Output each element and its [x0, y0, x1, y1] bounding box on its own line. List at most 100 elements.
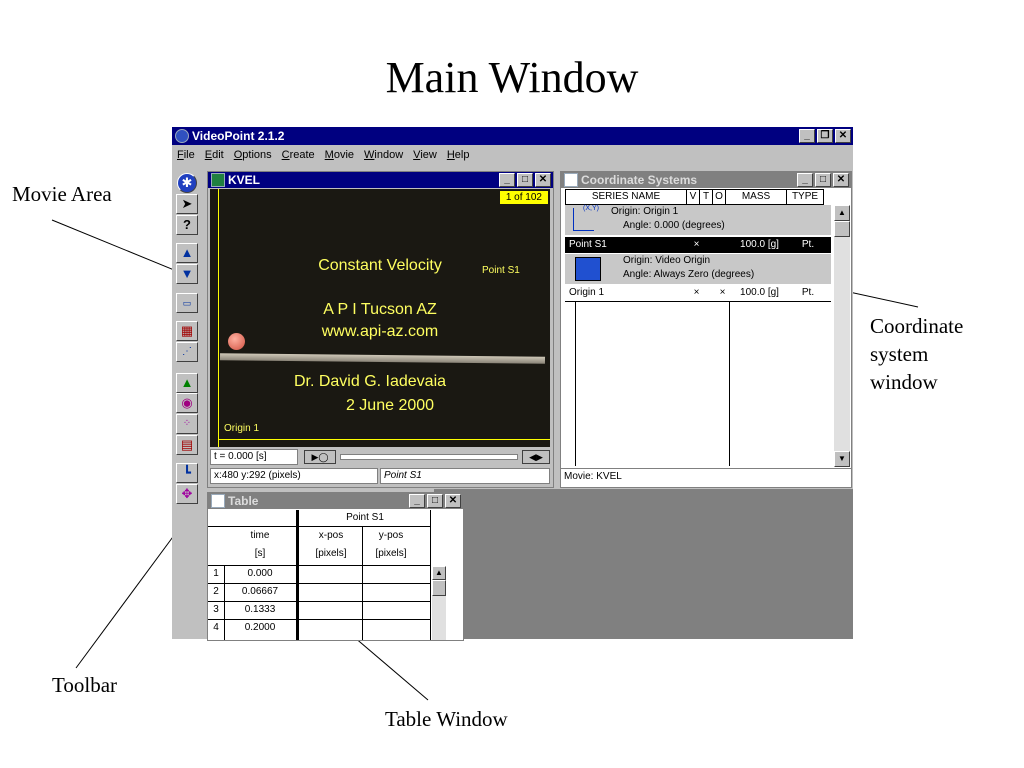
row-3-time[interactable]: 0.1333	[226, 604, 294, 615]
coord-titlebar[interactable]: Coordinate Systems _ □ ✕	[561, 172, 851, 188]
minimize-button[interactable]: _	[799, 129, 815, 143]
track	[219, 353, 546, 364]
movie-text-line2: A P I Tucson AZ	[323, 301, 437, 318]
series-t[interactable]	[703, 237, 716, 253]
series-type[interactable]: Pt.	[790, 237, 826, 253]
point-tool-icon[interactable]: ✱	[177, 173, 197, 193]
coord-maximize-button[interactable]: □	[815, 173, 831, 187]
movie-frame[interactable]: 1 of 102 Constant Velocity A P I Tucson …	[210, 189, 550, 447]
toolbar: ✱ ➤ ? ▲ ▼ ▭ ▦ ⋰ ▲ ◉ ⁘ ▤ ┗ ✥	[172, 171, 202, 516]
menubar: File Edit Options Create Movie Window Vi…	[172, 145, 853, 165]
frame-slider[interactable]	[340, 454, 518, 460]
col-time-unit: [s]	[254, 548, 266, 559]
shapes-icon[interactable]: ▲	[176, 373, 198, 393]
video-origin-icon	[575, 257, 601, 281]
origin1-block[interactable]: (X,Y) Origin: Origin 1 Angle: 0.000 (deg…	[565, 205, 831, 235]
row-4-time[interactable]: 0.2000	[226, 622, 294, 633]
origin-x-axis	[218, 439, 550, 440]
table-icon[interactable]: ▦	[176, 321, 198, 341]
app-titlebar[interactable]: VideoPoint 2.1.2 _ ❐ ✕	[172, 127, 853, 145]
coord-close-button[interactable]: ✕	[833, 173, 849, 187]
coordinate-axes-icon[interactable]: ┗	[176, 463, 198, 483]
scroll-up-button[interactable]: ▲	[834, 205, 850, 221]
series-row-point-s1[interactable]: Point S1 × 100.0 [g] Pt.	[565, 237, 831, 253]
menu-help[interactable]: Help	[447, 149, 470, 161]
row-2-time[interactable]: 0.06667	[226, 586, 294, 597]
row-2-number: 2	[213, 586, 219, 597]
series-v[interactable]: ×	[690, 285, 703, 301]
series-row-origin-1[interactable]: Origin 1 × × 100.0 [g] Pt.	[565, 285, 831, 302]
origin1-name: Origin: Origin 1	[611, 206, 679, 217]
row-num-divider	[224, 566, 225, 640]
restore-button[interactable]: ❐	[817, 129, 833, 143]
movie-minimize-button[interactable]: _	[499, 173, 515, 187]
col-v: V	[686, 189, 700, 205]
coord-scrollbar[interactable]: ▲ ▼	[834, 205, 850, 467]
calculator-icon[interactable]: ▤	[176, 435, 198, 455]
video-origin-name: Origin: Video Origin	[623, 255, 711, 266]
table-scroll-thumb[interactable]	[432, 580, 446, 596]
table-scrollbar[interactable]: ▲	[432, 566, 446, 640]
row-1-time[interactable]: 0.000	[226, 568, 294, 579]
menu-file[interactable]: File	[177, 149, 195, 161]
leader-toolbar	[75, 529, 179, 669]
video-origin-block[interactable]: Origin: Video Origin Angle: Always Zero …	[565, 254, 831, 284]
menu-view[interactable]: View	[413, 149, 437, 161]
origin1-axis-label: (X,Y)	[583, 205, 599, 212]
series-mass[interactable]: 100.0 [g]	[729, 285, 790, 301]
play-button[interactable]: ▶◯	[304, 450, 336, 464]
table-title: Table	[228, 494, 259, 508]
move-arrows-icon[interactable]: ✥	[176, 484, 198, 504]
col-t: T	[699, 189, 713, 205]
graph-icon[interactable]: ⋰	[176, 342, 198, 362]
movie-maximize-button[interactable]: □	[517, 173, 533, 187]
help-question-icon[interactable]: ?	[176, 215, 198, 235]
table-titlebar[interactable]: Table _ □ ✕	[208, 493, 463, 509]
header-rule	[208, 526, 430, 527]
table-maximize-button[interactable]: □	[427, 494, 443, 508]
menu-create[interactable]: Create	[282, 149, 315, 161]
movie-window: KVEL _ □ ✕ 1 of 102 Constant Velocity A …	[207, 171, 554, 488]
table-minimize-button[interactable]: _	[409, 494, 425, 508]
scroll-down-button[interactable]: ▼	[834, 451, 850, 467]
ruler-scale-icon[interactable]: ▭	[176, 293, 198, 313]
workspace-background	[434, 489, 853, 639]
point-s1-group-header: Point S1	[346, 512, 384, 523]
menu-options[interactable]: Options	[234, 149, 272, 161]
videopoint-main-window: VideoPoint 2.1.2 _ ❐ ✕ File Edit Options…	[172, 127, 853, 641]
point-s1-label: Point S1	[482, 265, 520, 276]
video-origin-angle: Angle: Always Zero (degrees)	[623, 269, 755, 280]
menu-edit[interactable]: Edit	[205, 149, 224, 161]
menu-movie[interactable]: Movie	[325, 149, 354, 161]
step-buttons[interactable]: ◀▶	[522, 450, 550, 464]
series-v[interactable]: ×	[690, 237, 703, 253]
series-type[interactable]: Pt.	[790, 285, 826, 301]
step-up-icon[interactable]: ▲	[176, 243, 198, 263]
table-close-button[interactable]: ✕	[445, 494, 461, 508]
origin1-angle: Angle: 0.000 (degrees)	[623, 220, 725, 231]
time-readout: t = 0.000 [s]	[210, 449, 298, 465]
eye-view-icon[interactable]: ◉	[176, 393, 198, 413]
scroll-thumb[interactable]	[834, 221, 850, 237]
series-o[interactable]: ×	[716, 285, 729, 301]
table-scroll-up-button[interactable]: ▲	[432, 566, 446, 580]
header-bottom-rule	[208, 565, 430, 566]
movie-text-line3: www.api-az.com	[321, 323, 439, 340]
menu-window[interactable]: Window	[364, 149, 403, 161]
series-name: Origin 1	[569, 287, 605, 298]
series-o[interactable]	[716, 237, 729, 253]
coord-minimize-button[interactable]: _	[797, 173, 813, 187]
frame-counter: 1 of 102	[499, 191, 548, 204]
movie-close-button[interactable]: ✕	[535, 173, 551, 187]
coord-footer: Movie: KVEL	[561, 468, 852, 485]
series-mass[interactable]: 100.0 [g]	[729, 237, 790, 253]
scatter-points-icon[interactable]: ⁘	[176, 414, 198, 434]
col-y-pos: y-pos	[378, 530, 404, 541]
selected-series[interactable]: Point S1	[380, 468, 550, 484]
step-down-icon[interactable]: ▼	[176, 264, 198, 284]
col-divider-mid	[729, 302, 730, 466]
close-button[interactable]: ✕	[835, 129, 851, 143]
movie-titlebar[interactable]: KVEL _ □ ✕	[208, 172, 553, 188]
arrow-select-icon[interactable]: ➤	[176, 194, 198, 214]
series-t[interactable]	[703, 285, 716, 301]
